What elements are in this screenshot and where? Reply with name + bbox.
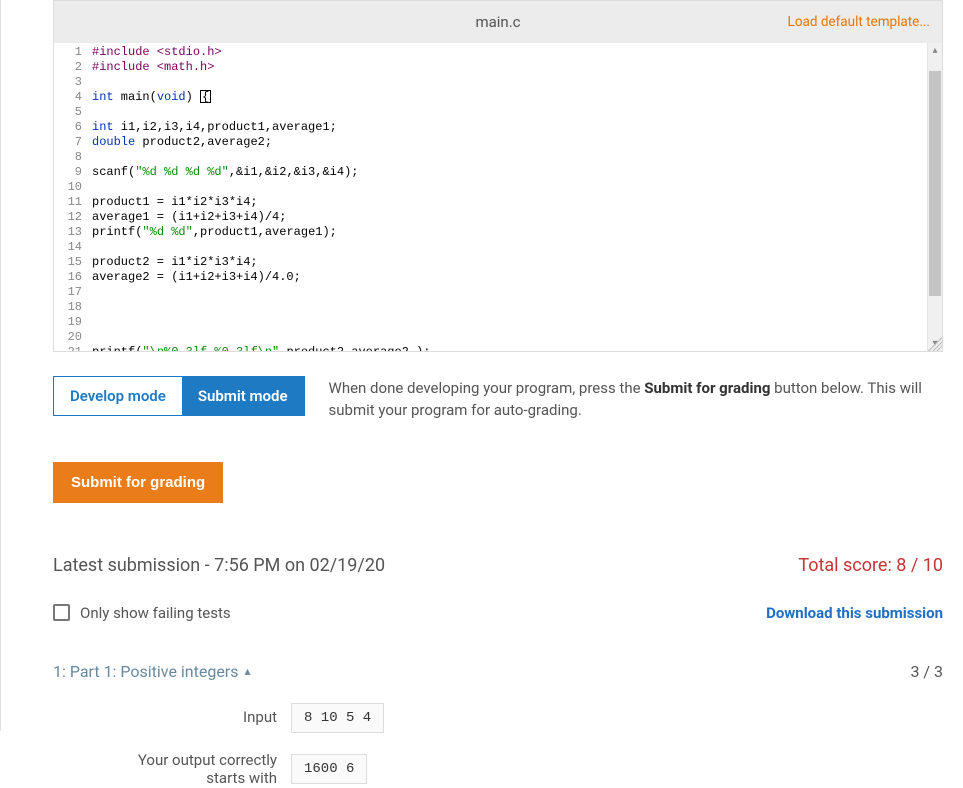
line-gutter: 12345678910111213141516171819202122 — [54, 43, 88, 351]
resize-handle-icon[interactable] — [928, 337, 942, 351]
total-score-label: Total score: — [798, 555, 896, 576]
load-template-link[interactable]: Load default template... — [788, 14, 930, 30]
submit-mode-button[interactable]: Submit mode — [182, 377, 304, 415]
mode-toggle: Develop mode Submit mode — [53, 376, 305, 416]
latest-submission-time: 7:56 PM on 02/19/20 — [214, 555, 385, 576]
total-score-value: 8 / 10 — [896, 555, 943, 576]
output-value: 1600 6 — [291, 754, 367, 784]
download-submission-link[interactable]: Download this submission — [766, 604, 943, 622]
test-1-header[interactable]: 1: Part 1: Positive integers ▴ — [53, 662, 251, 681]
submit-for-grading-button[interactable]: Submit for grading — [53, 462, 223, 503]
mode-description: When done developing your program, press… — [329, 376, 943, 422]
total-score: Total score: 8 / 10 — [798, 555, 943, 576]
mode-desc-prefix: When done developing your program, press… — [329, 379, 645, 397]
checkbox-icon[interactable] — [53, 604, 70, 621]
editor-header: main.c Load default template... — [54, 1, 942, 43]
output-label: Your output correctly starts with — [53, 751, 291, 788]
mode-desc-bold: Submit for grading — [644, 379, 770, 397]
test-1-score: 3 / 3 — [910, 662, 943, 681]
filename: main.c — [475, 13, 520, 31]
test-1-title: 1: Part 1: Positive integers — [53, 662, 238, 681]
scroll-up-icon[interactable]: ▴ — [928, 43, 942, 58]
latest-submission-prefix: Latest submission - — [53, 555, 214, 576]
input-label: Input — [53, 708, 291, 727]
only-failing-label: Only show failing tests — [80, 604, 231, 622]
code-area[interactable]: 12345678910111213141516171819202122 #inc… — [54, 43, 942, 351]
develop-mode-button[interactable]: Develop mode — [54, 377, 182, 415]
editor-scrollbar[interactable]: ▴ ▾ — [927, 43, 942, 351]
code-lines[interactable]: #include <stdio.h>#include <math.h> int … — [88, 43, 942, 351]
output-label-line2: starts with — [206, 769, 277, 787]
code-editor: main.c Load default template... 12345678… — [53, 0, 943, 352]
scroll-thumb[interactable] — [929, 71, 941, 296]
latest-submission-label: Latest submission - 7:56 PM on 02/19/20 — [53, 555, 385, 576]
only-failing-checkbox[interactable]: Only show failing tests — [53, 604, 231, 622]
chevron-up-icon: ▴ — [244, 664, 250, 678]
output-label-line1: Your output correctly — [138, 751, 277, 769]
input-value: 8 10 5 4 — [291, 703, 384, 733]
